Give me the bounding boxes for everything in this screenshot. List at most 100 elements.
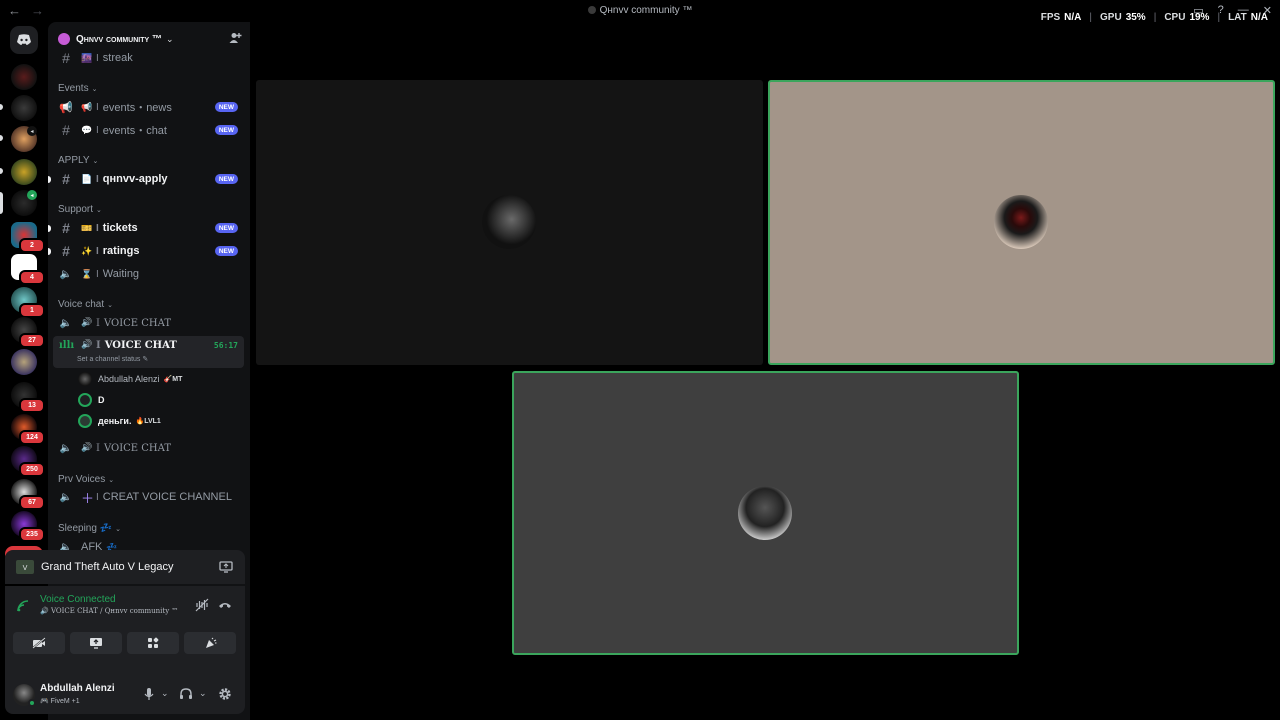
category-sleeping[interactable]: Sleeping 💤 ⌄ bbox=[58, 523, 121, 534]
chevron-down-icon: ⌄ bbox=[107, 302, 114, 309]
user-activity-status: 🎮 FiveM +1 bbox=[40, 698, 80, 705]
chevron-down-icon: ⌄ bbox=[108, 477, 115, 484]
mention-badge: 4 bbox=[19, 270, 45, 285]
speaker-icon: ◂ bbox=[27, 126, 37, 136]
ticket-emoji-icon: 🎫 bbox=[81, 222, 93, 233]
server-badge-icon bbox=[58, 33, 70, 45]
unread-pill bbox=[0, 104, 3, 110]
unread-pill bbox=[0, 135, 3, 141]
category-voice-chat[interactable]: Voice chat ⌄ bbox=[58, 299, 113, 310]
voice-member[interactable]: деньги. 🔥LVL1 bbox=[78, 412, 161, 430]
category-prv-voices[interactable]: Prv Voices ⌄ bbox=[58, 474, 114, 485]
voice-channel-2-active[interactable]: ıllı 🔊 I VOICE CHAT 56:17 Set a channel sta… bbox=[53, 336, 244, 368]
text-channel-icon: # bbox=[62, 50, 70, 66]
server-icon-10[interactable] bbox=[11, 349, 37, 375]
speaker-emoji-icon: 🔊 bbox=[81, 340, 93, 350]
new-badge: NEW bbox=[214, 125, 238, 135]
category-events[interactable]: Events ⌄ bbox=[58, 83, 97, 94]
chevron-down-icon: ⌄ bbox=[115, 526, 122, 533]
member-tag: 🔥LVL1 bbox=[135, 418, 161, 425]
soundboard-button[interactable] bbox=[184, 632, 236, 654]
avatar bbox=[78, 393, 92, 407]
headphones-icon[interactable] bbox=[179, 687, 193, 701]
channel-ratings[interactable]: # ✨ Iratings NEW bbox=[48, 241, 244, 261]
participant-tile[interactable] bbox=[256, 80, 763, 365]
channel-tickets[interactable]: # 🎫 Itickets NEW bbox=[48, 218, 244, 238]
channel-waiting[interactable]: 🔈 ⌛ I Waiting bbox=[53, 264, 244, 284]
activity-panel[interactable]: V Grand Theft Auto V Legacy bbox=[5, 550, 245, 584]
text-channel-icon: # bbox=[62, 243, 70, 259]
mention-badge: 124 bbox=[19, 430, 45, 445]
camera-button[interactable] bbox=[13, 632, 65, 654]
direct-messages-button[interactable] bbox=[10, 26, 38, 54]
fps-readout: FPS N/A bbox=[1040, 12, 1082, 23]
channel-events-news[interactable]: 📢 📢 Ievents・news NEW bbox=[53, 97, 244, 117]
member-tag: 🎸MT bbox=[163, 376, 183, 383]
noise-suppression-icon[interactable] bbox=[195, 598, 209, 612]
channel-events-chat[interactable]: # 💬 Ievents・chat NEW bbox=[53, 120, 244, 140]
category-support[interactable]: Support ⌄ bbox=[58, 204, 102, 215]
hourglass-emoji-icon: ⌛ bbox=[81, 268, 93, 279]
participant-tile-speaking[interactable] bbox=[768, 80, 1275, 365]
speaker-emoji-icon: 🔊 bbox=[81, 318, 93, 328]
participant-tile-speaking[interactable] bbox=[512, 371, 1019, 655]
chevron-down-icon: ⌄ bbox=[96, 207, 102, 214]
cpu-readout: CPU 19% bbox=[1164, 12, 1210, 23]
channel-status-prompt[interactable]: Set a channel status ✎ bbox=[77, 355, 148, 363]
stream-game-icon[interactable] bbox=[219, 560, 233, 574]
screen-share-button[interactable] bbox=[70, 632, 122, 654]
channel-apply[interactable]: # 📄 Iqнnvv-apply NEW bbox=[48, 169, 244, 189]
server-icon-1[interactable] bbox=[11, 64, 37, 90]
username[interactable]: Abdullah Alenzi bbox=[40, 683, 115, 694]
discord-app: ← → Qнnvv community ™ ▭ ? — ✕ FPS N/A | G… bbox=[0, 0, 1280, 720]
server-icon-4[interactable] bbox=[11, 159, 37, 185]
mention-badge: 250 bbox=[19, 462, 45, 477]
voice-location[interactable]: 🔊 VOICE CHAT / Qнnvv community ™ bbox=[40, 607, 178, 615]
new-badge: NEW bbox=[214, 102, 238, 112]
activities-button[interactable] bbox=[127, 632, 179, 654]
chevron-down-icon: ⌄ bbox=[92, 158, 99, 165]
voice-channel-1[interactable]: 🔈 🔊 I VOICE CHAT bbox=[53, 313, 244, 333]
participant-avatar bbox=[994, 195, 1048, 249]
performance-overlay: FPS N/A | GPU 35% | CPU 19% | LAT N/A bbox=[1040, 12, 1268, 23]
voice-connection-panel: Voice Connected 🔊 VOICE CHAT / Qнnvv com… bbox=[5, 586, 245, 678]
avatar bbox=[78, 414, 92, 428]
server-icon bbox=[587, 6, 596, 14]
sparkles-emoji-icon: ✨ bbox=[81, 245, 93, 256]
voice-member[interactable]: Abdullah Alenzi 🎸MT bbox=[78, 370, 182, 388]
unread-indicator bbox=[48, 248, 51, 255]
gear-icon[interactable] bbox=[218, 687, 232, 701]
screen-share-icon bbox=[90, 638, 102, 649]
camera-off-icon bbox=[32, 637, 46, 649]
voice-connected-label[interactable]: Voice Connected bbox=[40, 594, 116, 605]
soundboard-icon bbox=[205, 637, 216, 648]
voice-channel-3[interactable]: 🔈 🔊 I VOICE CHAT bbox=[53, 438, 244, 458]
voice-activity-icon: ıllı bbox=[59, 340, 75, 351]
text-channel-icon: # bbox=[62, 171, 70, 187]
document-emoji-icon: 📄 bbox=[81, 173, 93, 184]
voice-member[interactable]: D bbox=[78, 391, 105, 409]
chevron-down-icon[interactable]: ⌄ bbox=[161, 688, 169, 699]
chevron-down-icon: ⌄ bbox=[91, 86, 98, 93]
activities-icon bbox=[148, 637, 159, 648]
speaker-icon: 🔈 bbox=[59, 268, 73, 280]
participant-avatar bbox=[482, 195, 536, 249]
selected-pill bbox=[0, 192, 3, 214]
invite-people-icon[interactable] bbox=[228, 31, 242, 45]
new-badge: NEW bbox=[214, 223, 238, 233]
mention-badge: 13 bbox=[19, 398, 45, 413]
channel-streak[interactable]: # 🌆 Istreak bbox=[53, 48, 244, 68]
connection-signal-icon[interactable] bbox=[17, 600, 31, 612]
new-badge: NEW bbox=[214, 174, 238, 184]
chevron-down-icon[interactable]: ⌄ bbox=[199, 688, 207, 699]
mention-badge: 2 bbox=[19, 238, 45, 253]
mention-badge: 67 bbox=[19, 495, 45, 510]
microphone-icon[interactable] bbox=[143, 687, 155, 701]
channel-create-voice[interactable]: 🔈 ＋ I CREAT VOICE CHANNEL bbox=[53, 487, 244, 507]
server-icon-2[interactable] bbox=[11, 95, 37, 121]
image-emoji-icon: 🌆 bbox=[81, 52, 93, 63]
mention-badge: 1 bbox=[19, 303, 45, 318]
avatar bbox=[78, 372, 92, 386]
disconnect-icon[interactable] bbox=[217, 598, 233, 612]
category-apply[interactable]: APPLY ⌄ bbox=[58, 155, 98, 166]
